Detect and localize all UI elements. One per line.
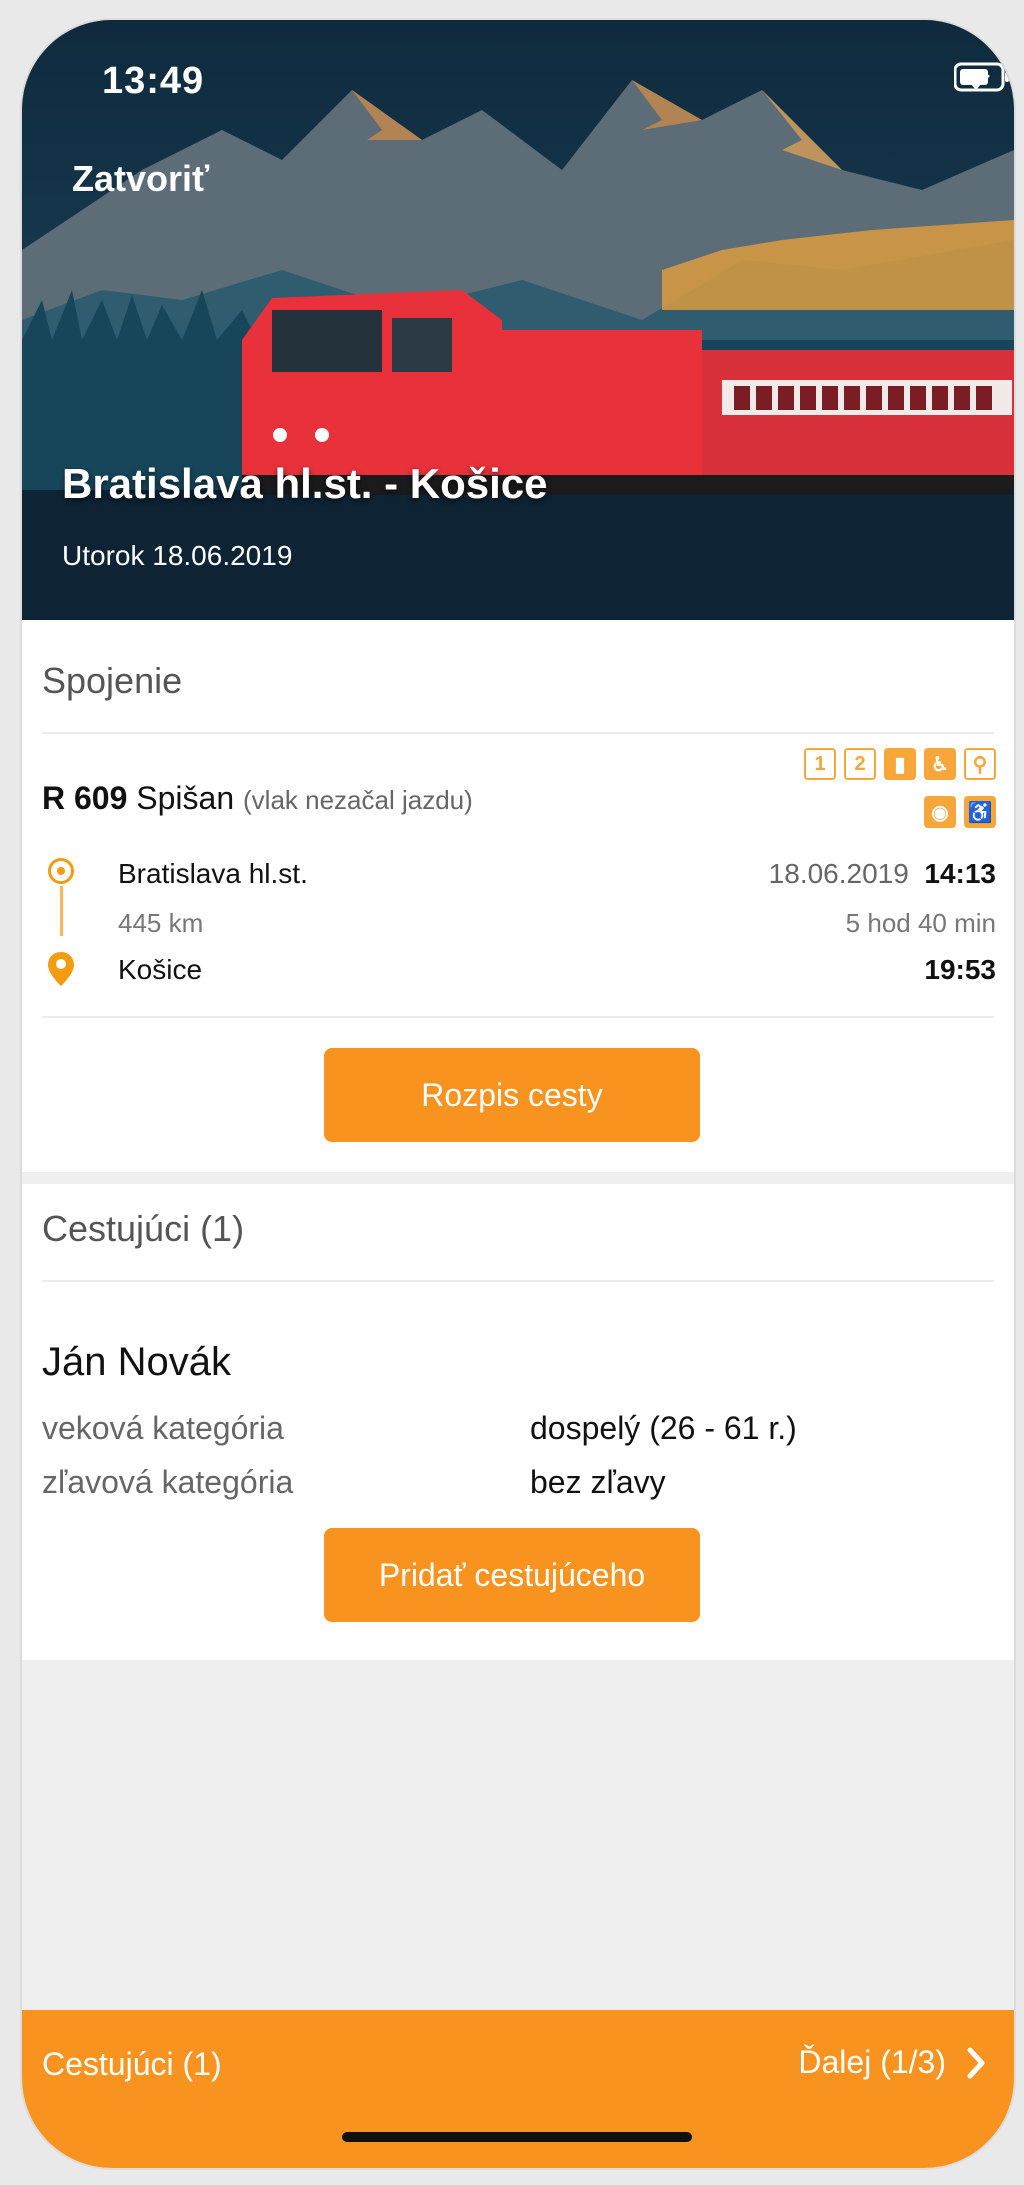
arrival-station: Košice bbox=[118, 954, 203, 985]
route-date: Utorok 18.06.2019 bbox=[62, 540, 293, 571]
header-hero: 13:49 Zatvoriť Bratislava hl.st. - Košic… bbox=[22, 20, 1014, 620]
arrival-time-wrap: 19:53 bbox=[924, 954, 996, 986]
status-time: 13:49 bbox=[102, 60, 205, 102]
bottom-bar: Cestujúci (1) Ďalej (1/3) bbox=[22, 2010, 1014, 2168]
train-code: R 609 bbox=[42, 780, 128, 816]
wheelchair-icon: ♿ bbox=[964, 796, 996, 828]
section-separator bbox=[22, 1172, 1014, 1184]
battery-icon bbox=[954, 62, 1009, 92]
divider bbox=[42, 732, 994, 734]
add-passenger-button[interactable]: Pridať cestujúceho bbox=[324, 1528, 700, 1622]
departure-date: 18.06.2019 bbox=[768, 858, 909, 889]
empty-area bbox=[22, 1660, 1014, 2010]
hero-illustration bbox=[22, 20, 1014, 620]
train-name: R 609 Spišan (vlak nezačal jazdu) bbox=[42, 780, 473, 817]
distance: 445 km bbox=[118, 908, 204, 938]
divider bbox=[42, 1016, 994, 1018]
seat-icon: ♿︎ bbox=[924, 748, 956, 780]
passengers-tab-button[interactable]: Cestujúci (1) bbox=[42, 2046, 222, 2083]
duration: 5 hod 40 min bbox=[845, 908, 996, 938]
home-indicator[interactable] bbox=[342, 2132, 692, 2142]
bed-icon: ▮ bbox=[884, 748, 916, 780]
discount-category-value: bez zľavy bbox=[530, 1464, 666, 1500]
class-2-icon: 2 bbox=[844, 748, 876, 780]
amenities: 1 2 ▮ ♿︎ ⚲ ◉ ♿ bbox=[766, 748, 996, 828]
passengers-section-title: Cestujúci (1) bbox=[42, 1208, 245, 1249]
departure-datetime: 18.06.2019 14:13 bbox=[769, 858, 996, 890]
wifi-service-icon: ◉ bbox=[924, 796, 956, 828]
route-line bbox=[60, 886, 63, 936]
route-title: Bratislava hl.st. - Košice bbox=[62, 460, 548, 507]
passenger-name[interactable]: Ján Novák bbox=[42, 1340, 231, 1385]
destination-pin-icon bbox=[48, 952, 74, 986]
train-title: Spišan bbox=[136, 780, 235, 816]
departure-time: 14:13 bbox=[924, 858, 996, 889]
next-label: Ďalej (1/3) bbox=[798, 2044, 946, 2080]
arrival-time: 19:53 bbox=[924, 954, 996, 985]
connection-section-title: Spojenie bbox=[42, 660, 183, 701]
age-category-label: veková kategória bbox=[42, 1410, 284, 1446]
discount-category-label: zľavová kategória bbox=[42, 1464, 294, 1500]
class-1-icon: 1 bbox=[804, 748, 836, 780]
next-button[interactable]: Ďalej (1/3) bbox=[798, 2044, 986, 2081]
departure-dot-icon bbox=[48, 858, 74, 884]
train-status: (vlak nezačal jazdu) bbox=[243, 785, 473, 815]
route-details-button[interactable]: Rozpis cesty bbox=[324, 1048, 700, 1142]
chevron-right-icon bbox=[967, 2047, 985, 2078]
bike-icon: ⚲ bbox=[964, 748, 996, 780]
divider bbox=[42, 1280, 994, 1282]
phone-screen: 13:49 Zatvoriť Bratislava hl.st. - Košic… bbox=[22, 20, 1014, 2168]
age-category-value: dospelý (26 - 61 r.) bbox=[530, 1410, 797, 1446]
close-button[interactable]: Zatvoriť bbox=[72, 158, 209, 200]
departure-station: Bratislava hl.st. bbox=[118, 858, 308, 889]
